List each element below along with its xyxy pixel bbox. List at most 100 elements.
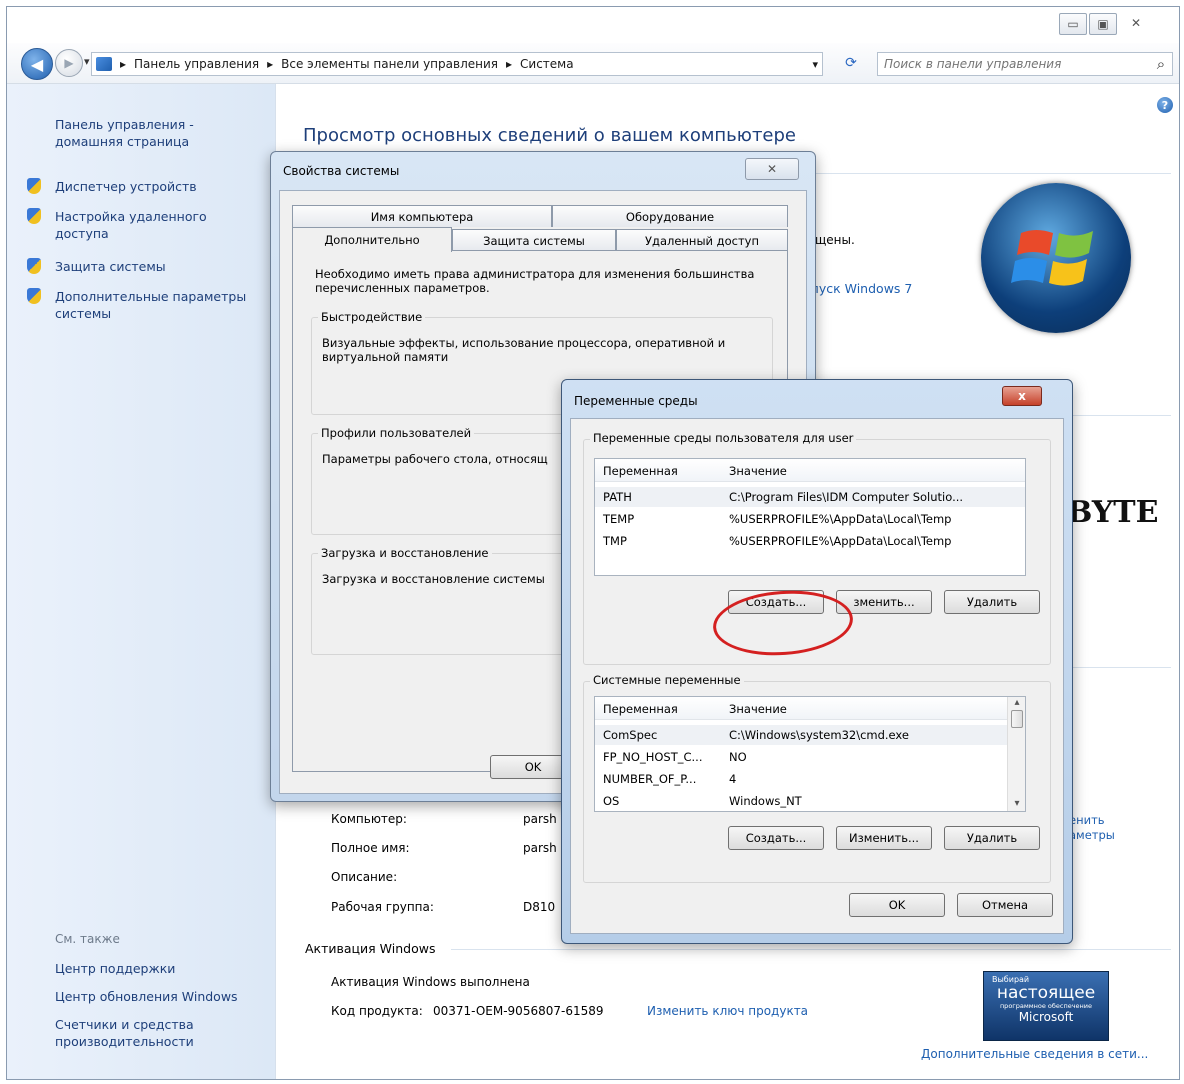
column-header-value[interactable]: Значение <box>729 702 787 716</box>
tab-remote[interactable]: Удаленный доступ <box>616 229 788 251</box>
change-settings-link-line: аметры <box>1069 828 1115 842</box>
see-also-label: См. также <box>55 932 120 946</box>
table-row[interactable]: OS Windows_NT <box>595 791 1007 811</box>
full-name-label: Полное имя: <box>331 841 410 855</box>
minimize-button[interactable]: ▭ <box>1059 13 1087 35</box>
forward-button[interactable]: ▶ <box>55 49 83 77</box>
group-title: Переменные среды пользователя для user <box>590 431 857 445</box>
table-row[interactable]: FP_NO_HOST_C... NO <box>595 747 1007 767</box>
table-row[interactable]: NUMBER_OF_P... 4 <box>595 769 1007 789</box>
search-icon[interactable]: ⌕ <box>1150 55 1172 73</box>
see-also-windows-update[interactable]: Центр обновления Windows <box>55 988 238 1005</box>
windows-flag-icon <box>1011 230 1093 286</box>
address-bar[interactable]: ▸ Панель управления ▸ Все элементы панел… <box>91 52 823 76</box>
variable-name: PATH <box>603 490 632 504</box>
group-text: Визуальные эффекты, использование процес… <box>322 336 726 364</box>
group-title: Загрузка и восстановление <box>318 546 492 560</box>
back-arrow-icon: ◀ <box>30 54 44 74</box>
windows7-link[interactable]: апуск Windows 7 <box>803 281 912 296</box>
badge-brand-text: Microsoft <box>1018 1010 1074 1024</box>
page-title: Просмотр основных сведений о вашем компь… <box>303 125 797 146</box>
address-dropdown-icon[interactable]: ▾ <box>812 58 818 71</box>
product-key-label: Код продукта: <box>331 1004 423 1018</box>
genuine-microsoft-badge[interactable]: Выбирай настоящее программное обеспечени… <box>983 971 1109 1041</box>
change-product-key-link[interactable]: Изменить ключ продукта <box>647 1004 808 1018</box>
breadcrumb-system[interactable]: Система <box>520 57 574 71</box>
user-variables-list[interactable]: Переменная Значение PATH C:\Program File… <box>594 458 1026 576</box>
group-title: Профили пользователей <box>318 426 475 440</box>
tab-system-protection[interactable]: Защита системы <box>452 229 616 251</box>
back-button[interactable]: ◀ <box>21 48 53 80</box>
crumb-separator-icon: ▸ <box>267 57 274 71</box>
environment-variables-dialog: Переменные среды x Переменные среды поль… <box>561 379 1073 944</box>
system-edit-button[interactable]: Изменить... <box>836 826 932 850</box>
more-info-online-link[interactable]: Дополнительные сведения в сети... <box>921 1047 1148 1061</box>
crumb-separator-icon: ▸ <box>120 57 127 71</box>
system-variables-list[interactable]: Переменная Значение ComSpec C:\Windows\s… <box>594 696 1026 812</box>
cancel-button[interactable]: Отмена <box>957 893 1053 917</box>
history-dropdown-icon[interactable]: ▾ <box>84 55 90 68</box>
computer-name-label: Компьютер: <box>331 812 407 826</box>
table-row[interactable]: TEMP %USERPROFILE%\AppData\Local\Temp <box>595 509 1025 529</box>
scroll-up-icon[interactable]: ▴ <box>1008 697 1025 708</box>
ok-button[interactable]: OK <box>849 893 945 917</box>
see-also-action-center[interactable]: Центр поддержки <box>55 960 175 977</box>
tab-computer-name[interactable]: Имя компьютера <box>292 205 552 227</box>
system-variables-group: Системные переменные Переменная Значение… <box>583 673 1051 883</box>
search-box[interactable]: ⌕ <box>877 52 1173 76</box>
system-delete-button[interactable]: Удалить <box>944 826 1040 850</box>
variable-name: ComSpec <box>603 728 658 742</box>
refresh-icon: ⟳ <box>845 55 857 71</box>
table-row[interactable]: ComSpec C:\Windows\system32\cmd.exe <box>595 725 1007 745</box>
minimize-icon: ▭ <box>1067 17 1079 31</box>
variable-name: FP_NO_HOST_C... <box>603 750 703 764</box>
shield-icon <box>27 258 41 274</box>
table-row[interactable]: TMP %USERPROFILE%\AppData\Local\Temp <box>595 531 1025 551</box>
close-icon: ✕ <box>766 162 778 176</box>
control-panel-icon <box>96 57 112 71</box>
scrollbar-thumb[interactable] <box>1011 710 1023 728</box>
variable-value: %USERPROFILE%\AppData\Local\Temp <box>729 512 952 526</box>
tab-hardware[interactable]: Оборудование <box>552 205 788 227</box>
column-header-value[interactable]: Значение <box>729 464 787 478</box>
product-key-value: 00371-OEM-9056807-61589 <box>433 1004 604 1018</box>
dialog-title: Переменные среды <box>574 394 698 408</box>
variable-value: Windows_NT <box>729 794 802 808</box>
close-dialog-button[interactable]: ✕ <box>745 158 799 180</box>
tab-advanced[interactable]: Дополнительно <box>292 227 452 252</box>
column-header-variable[interactable]: Переменная <box>603 702 678 716</box>
scroll-down-icon[interactable]: ▾ <box>1008 798 1025 809</box>
variable-name: TEMP <box>603 512 635 526</box>
title-bar: ▭ ▣ ✕ <box>7 7 1179 43</box>
dialog-body: Переменные среды пользователя для user П… <box>570 418 1064 934</box>
sidebar-item-device-manager[interactable]: Диспетчер устройств <box>55 178 197 195</box>
scrollbar[interactable]: ▴ ▾ <box>1007 697 1025 811</box>
shield-icon <box>27 178 41 194</box>
system-new-button[interactable]: Создать... <box>728 826 824 850</box>
sidebar-item-system-protection[interactable]: Защита системы <box>55 258 166 275</box>
group-title: Системные переменные <box>590 673 744 687</box>
refresh-button[interactable]: ⟳ <box>837 52 865 74</box>
badge-sub-text: программное обеспечение <box>999 1002 1093 1010</box>
sidebar-item-advanced-settings[interactable]: Дополнительные параметры системы <box>55 288 265 322</box>
close-window-button[interactable]: ✕ <box>1123 13 1149 33</box>
sidebar-item-remote-settings[interactable]: Настройка удаленного доступа <box>55 208 225 242</box>
shield-icon <box>27 208 41 224</box>
description-label: Описание: <box>331 870 398 884</box>
maximize-button[interactable]: ▣ <box>1089 13 1117 35</box>
badge-big-text: настоящее <box>996 983 1096 1003</box>
crumb-separator-icon: ▸ <box>505 57 513 71</box>
change-settings-link[interactable]: енить аметры <box>1069 813 1115 843</box>
help-button[interactable]: ? <box>1157 97 1173 113</box>
sidebar-home-link[interactable]: Панель управления - домашняя страница <box>55 116 225 150</box>
search-input[interactable] <box>878 56 1150 72</box>
see-also-performance[interactable]: Счетчики и средства производительности <box>55 1016 245 1050</box>
user-delete-button[interactable]: Удалить <box>944 590 1040 614</box>
activation-status: Активация Windows выполнена <box>331 975 530 989</box>
close-dialog-button[interactable]: x <box>1002 386 1042 406</box>
column-header-variable[interactable]: Переменная <box>603 464 678 478</box>
breadcrumb-all-items[interactable]: Все элементы панели управления <box>281 57 498 71</box>
table-row[interactable]: PATH C:\Program Files\IDM Computer Solut… <box>595 487 1025 507</box>
full-name-value: parsh <box>523 841 557 855</box>
breadcrumb-control-panel[interactable]: Панель управления <box>134 57 259 71</box>
